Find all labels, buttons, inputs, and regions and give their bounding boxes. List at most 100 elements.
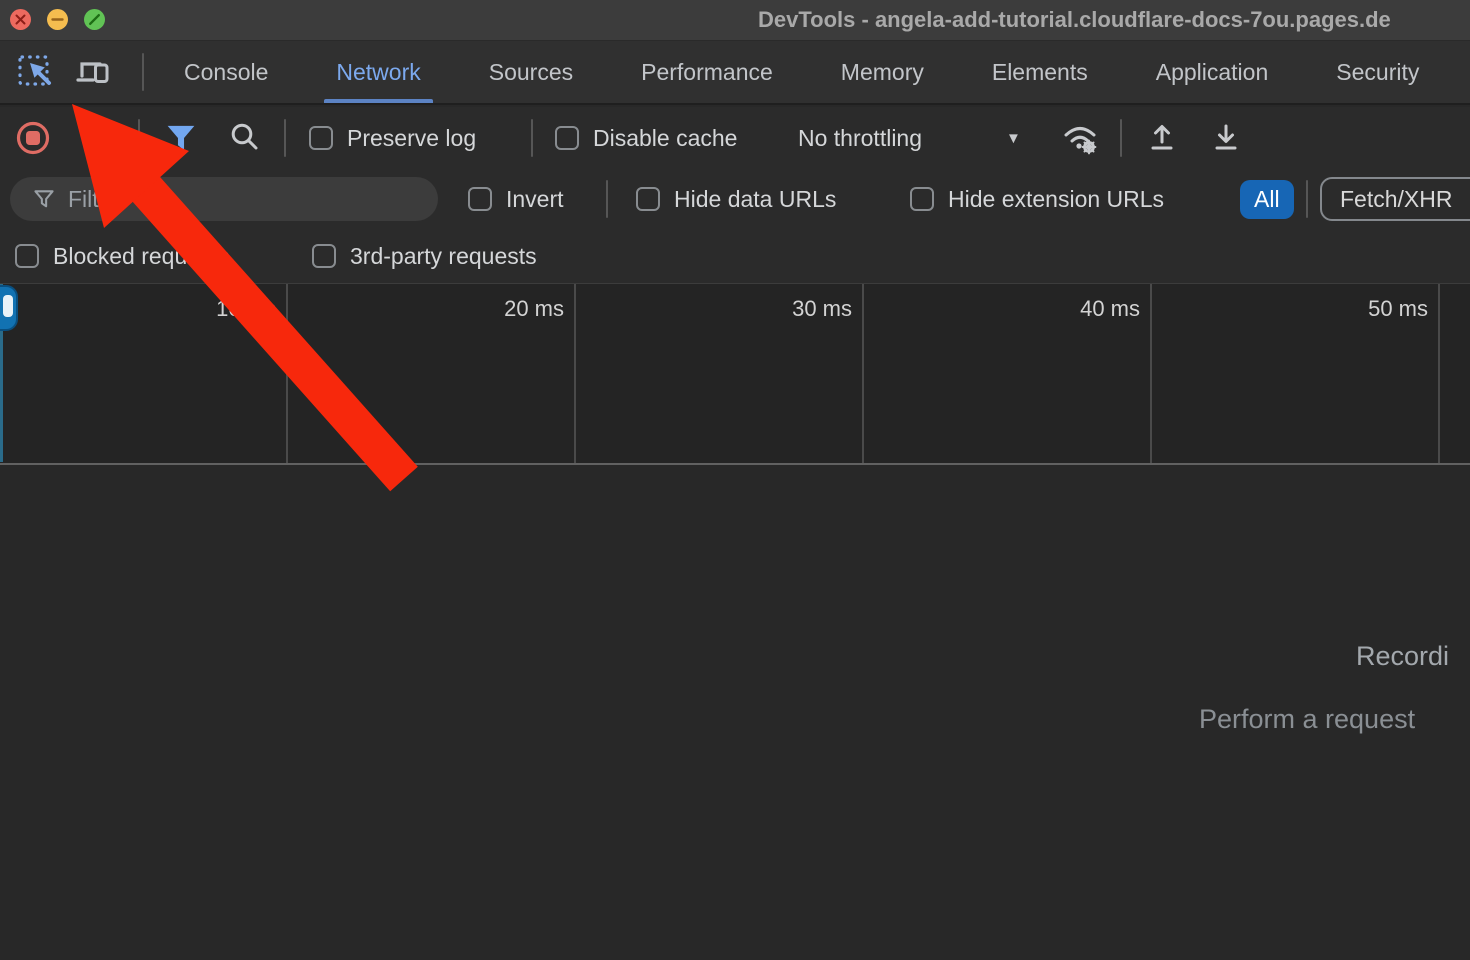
timeline-column: 40 ms xyxy=(864,284,1152,463)
toolbar-separator xyxy=(531,119,533,157)
search-icon xyxy=(226,119,264,157)
hide-extension-urls-label: Hide extension URLs xyxy=(948,186,1164,213)
toolbar-separator xyxy=(1120,119,1122,157)
minimize-icon xyxy=(47,9,68,30)
tab-label: Application xyxy=(1156,59,1269,86)
tab-security[interactable]: Security xyxy=(1302,41,1453,103)
throttling-select-caret[interactable]: ▼ xyxy=(1006,107,1021,169)
record-network-log-button[interactable] xyxy=(13,107,53,169)
network-conditions-icon xyxy=(1058,116,1102,160)
tab-elements[interactable]: Elements xyxy=(958,41,1122,103)
funnel-filter-icon xyxy=(164,121,198,155)
hide-extension-urls-checkbox[interactable]: Hide extension URLs xyxy=(910,169,1164,229)
hide-data-urls-label: Hide data URLs xyxy=(674,186,836,213)
request-type-fetch-xhr-button[interactable]: Fetch/XHR xyxy=(1320,177,1470,221)
third-party-requests-label: 3rd-party requests xyxy=(350,243,537,270)
funnel-outline-icon xyxy=(32,187,56,211)
inspect-cursor-icon xyxy=(16,52,56,92)
waterfall-timeline-header[interactable]: 10 ms 20 ms 30 ms 40 ms 50 ms xyxy=(0,283,1470,465)
clear-network-log-button[interactable] xyxy=(78,107,116,169)
tab-label: Performance xyxy=(641,59,773,86)
preserve-log-label: Preserve log xyxy=(347,125,476,152)
tab-network[interactable]: Network xyxy=(302,41,454,103)
zoom-window-button[interactable] xyxy=(84,9,105,30)
timeline-tick-label: 30 ms xyxy=(792,296,852,463)
export-har-button[interactable] xyxy=(1206,107,1246,169)
throttling-select[interactable]: No throttling xyxy=(798,107,922,169)
blocked-requests-checkbox[interactable]: Blocked requests xyxy=(15,229,229,283)
tab-label: Network xyxy=(336,59,420,86)
timeline-tick-label: 10 ms xyxy=(216,296,276,463)
blocked-requests-label: Blocked requests xyxy=(53,243,229,270)
tab-memory[interactable]: Memory xyxy=(807,41,958,103)
traffic-lights xyxy=(10,9,105,30)
titlebar: DevTools - angela-add-tutorial.cloudflar… xyxy=(0,0,1470,41)
toolbar-separator xyxy=(138,119,140,157)
chevron-down-icon: ▼ xyxy=(1006,130,1021,147)
filterbar-separator xyxy=(606,180,608,218)
close-icon xyxy=(10,9,31,30)
tab-label: Console xyxy=(184,59,268,86)
timeline-column: 50 ms xyxy=(1152,284,1440,463)
devtools-tabbar: Console Network Sources Performance Memo… xyxy=(0,41,1470,105)
tab-label: Elements xyxy=(992,59,1088,86)
window-title: DevTools - angela-add-tutorial.cloudflar… xyxy=(758,7,1391,33)
checkbox[interactable] xyxy=(636,187,660,211)
export-download-icon xyxy=(1206,118,1246,158)
disable-cache-label: Disable cache xyxy=(593,125,737,152)
tab-application[interactable]: Application xyxy=(1122,41,1303,103)
hide-data-urls-checkbox[interactable]: Hide data URLs xyxy=(636,169,836,229)
clear-icon xyxy=(78,119,116,157)
throttling-value: No throttling xyxy=(798,125,922,152)
tab-performance[interactable]: Performance xyxy=(607,41,807,103)
timeline-column: 20 ms xyxy=(288,284,576,463)
import-har-button[interactable] xyxy=(1142,107,1182,169)
network-filter-bar: Invert Hide data URLs Hide extension URL… xyxy=(0,169,1470,229)
checkbox[interactable] xyxy=(910,187,934,211)
checkbox[interactable] xyxy=(468,187,492,211)
tab-label: Security xyxy=(1336,59,1419,86)
filter-input[interactable] xyxy=(68,186,424,213)
panel-tabs: Console Network Sources Performance Memo… xyxy=(150,41,1470,103)
toggle-device-toolbar-button[interactable] xyxy=(72,48,116,96)
recording-status-text: Recordi xyxy=(1356,641,1449,672)
search-network-button[interactable] xyxy=(226,107,264,169)
timeline-tick-label: 40 ms xyxy=(1080,296,1140,463)
timeline-column: 30 ms xyxy=(576,284,864,463)
checkbox[interactable] xyxy=(15,244,39,268)
filterbar-separator xyxy=(1306,180,1308,218)
invert-checkbox[interactable]: Invert xyxy=(468,169,564,229)
network-conditions-button[interactable] xyxy=(1058,107,1102,169)
zoom-icon xyxy=(84,9,105,30)
checkbox[interactable] xyxy=(309,126,333,150)
request-type-all-button[interactable]: All xyxy=(1240,180,1294,219)
timeline-tick-label: 50 ms xyxy=(1368,296,1428,463)
tab-label: Sources xyxy=(489,59,573,86)
minimize-window-button[interactable] xyxy=(47,9,68,30)
perform-request-hint-text: Perform a request xyxy=(1199,704,1415,735)
import-upload-icon xyxy=(1142,118,1182,158)
invert-label: Invert xyxy=(506,186,564,213)
checkbox[interactable] xyxy=(312,244,336,268)
preserve-log-checkbox[interactable]: Preserve log xyxy=(309,107,476,169)
disable-cache-checkbox[interactable]: Disable cache xyxy=(555,107,737,169)
timeline-tick-label: 20 ms xyxy=(504,296,564,463)
network-filter-bar-2: Blocked requests 3rd-party requests xyxy=(0,229,1470,283)
toolbar-separator xyxy=(284,119,286,157)
close-window-button[interactable] xyxy=(10,9,31,30)
filter-input-wrap[interactable] xyxy=(10,177,438,221)
timeline-left-edge-badge xyxy=(0,285,18,331)
timeline-column: 10 ms xyxy=(0,284,288,463)
checkbox[interactable] xyxy=(555,126,579,150)
tab-label: Memory xyxy=(841,59,924,86)
tabbar-separator xyxy=(142,53,144,91)
badge-inner-bar xyxy=(3,295,13,317)
network-toolbar: Preserve log Disable cache No throttling… xyxy=(0,107,1470,169)
inspect-element-button[interactable] xyxy=(14,48,58,96)
third-party-requests-checkbox[interactable]: 3rd-party requests xyxy=(312,229,537,283)
record-stop-icon xyxy=(13,118,53,158)
filter-toggle-button[interactable] xyxy=(164,107,198,169)
tab-console[interactable]: Console xyxy=(150,41,302,103)
devtools-window: DevTools - angela-add-tutorial.cloudflar… xyxy=(0,0,1470,960)
tab-sources[interactable]: Sources xyxy=(455,41,607,103)
